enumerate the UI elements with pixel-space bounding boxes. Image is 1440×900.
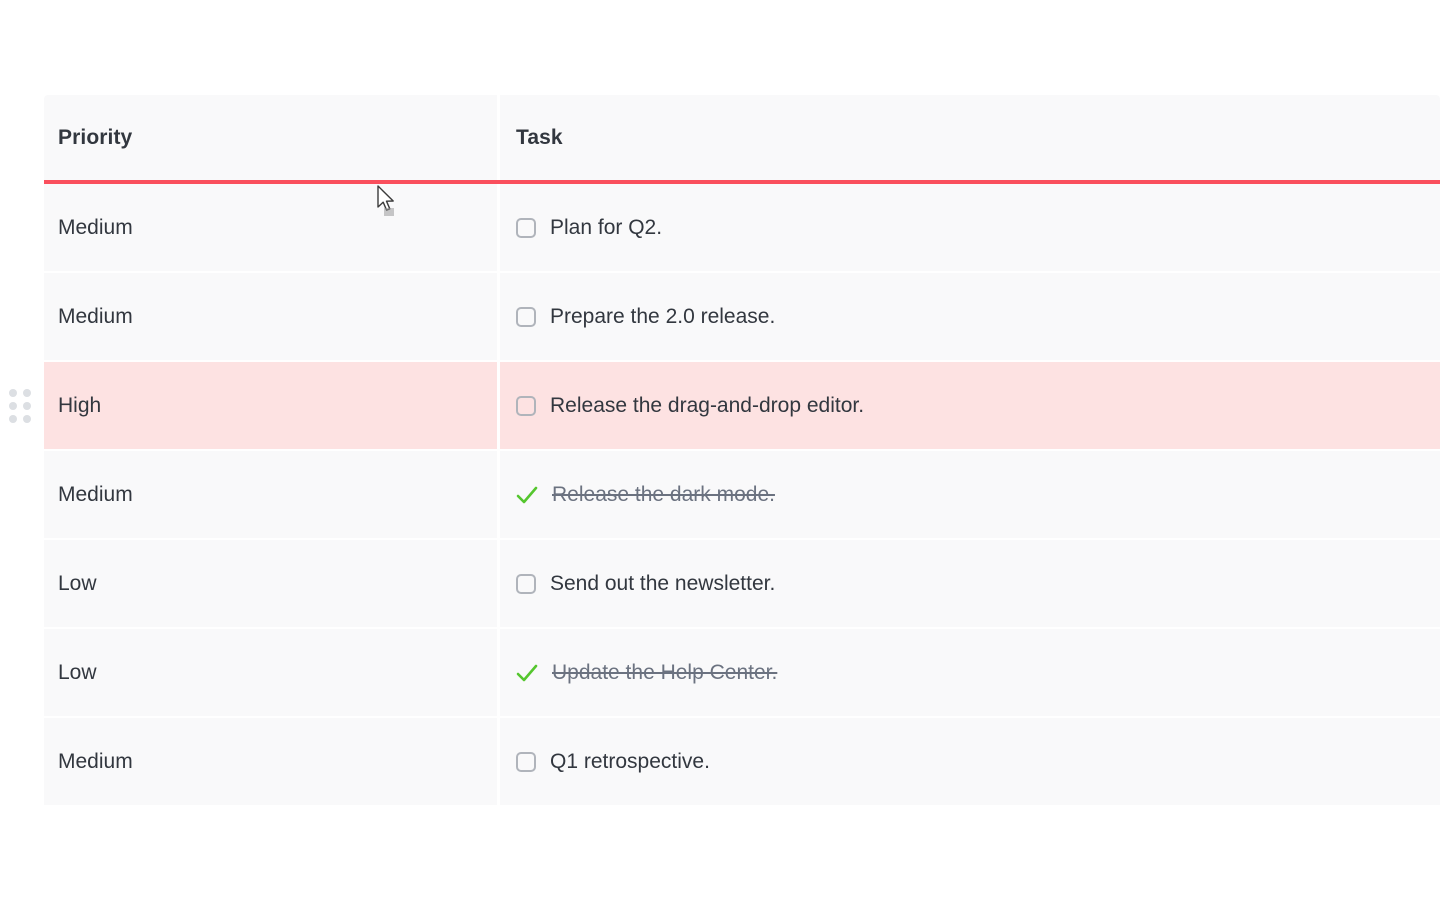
- column-header-priority-label: Priority: [58, 125, 133, 149]
- task-checkbox[interactable]: [516, 306, 536, 327]
- task-label: Send out the newsletter.: [550, 571, 776, 595]
- cell-task[interactable]: Prepare the 2.0 release.: [500, 273, 1440, 360]
- cell-task[interactable]: Update the Help Center.: [500, 629, 1440, 716]
- cell-priority[interactable]: Low: [44, 540, 497, 627]
- cell-priority[interactable]: Medium: [44, 184, 497, 271]
- priority-value: Medium: [58, 749, 133, 773]
- task-content: Q1 retrospective.: [516, 750, 710, 774]
- check-icon[interactable]: [516, 485, 538, 505]
- table-row[interactable]: Low Update the Help Center.: [44, 629, 1440, 716]
- cell-task[interactable]: Release the drag-and-drop editor.: [500, 362, 1440, 449]
- task-label: Release the dark mode.: [552, 482, 775, 506]
- column-header-task[interactable]: Task: [500, 95, 1440, 180]
- priority-value: Low: [58, 660, 97, 684]
- task-label: Prepare the 2.0 release.: [550, 304, 776, 328]
- cell-task[interactable]: Send out the newsletter.: [500, 540, 1440, 627]
- table-row[interactable]: Medium Prepare the 2.0 release.: [44, 273, 1440, 360]
- task-content: Plan for Q2.: [516, 216, 662, 240]
- task-checkbox[interactable]: [516, 573, 536, 594]
- cell-task[interactable]: Q1 retrospective.: [500, 718, 1440, 805]
- task-content: Prepare the 2.0 release.: [516, 305, 775, 329]
- task-label: Release the drag-and-drop editor.: [550, 393, 865, 417]
- table-row[interactable]: Medium Q1 retrospective.: [44, 718, 1440, 805]
- cell-priority[interactable]: Medium: [44, 273, 497, 360]
- task-content: Release the dark mode.: [516, 483, 775, 507]
- task-table: Priority Task Medium Plan for Q2. Medium Pr…: [9, 95, 1440, 810]
- check-icon[interactable]: [516, 663, 538, 683]
- cell-priority[interactable]: Medium: [44, 451, 497, 538]
- cell-task[interactable]: Release the dark mode.: [500, 451, 1440, 538]
- task-checkbox[interactable]: [516, 395, 536, 416]
- column-header-task-label: Task: [516, 125, 563, 149]
- table-row[interactable]: Medium Release the dark mode.: [44, 451, 1440, 538]
- cell-task[interactable]: Plan for Q2.: [500, 184, 1440, 271]
- task-content: Release the drag-and-drop editor.: [516, 394, 864, 418]
- task-content: Send out the newsletter.: [516, 572, 775, 596]
- task-checkbox[interactable]: [516, 751, 536, 772]
- task-label: Update the Help Center.: [552, 660, 778, 684]
- table-row[interactable]: Medium Plan for Q2.: [44, 184, 1440, 271]
- task-label: Q1 retrospective.: [550, 749, 710, 773]
- task-label: Plan for Q2.: [550, 215, 663, 239]
- priority-value: Medium: [58, 215, 133, 239]
- column-header-priority[interactable]: Priority: [44, 95, 497, 180]
- drag-handle-dots-icon[interactable]: [9, 388, 31, 423]
- cell-priority[interactable]: Low: [44, 629, 497, 716]
- table-body: Medium Plan for Q2. Medium Prepare the 2.0 …: [9, 184, 1440, 805]
- task-checkbox[interactable]: [516, 217, 536, 238]
- priority-value: Medium: [58, 304, 133, 328]
- cell-priority[interactable]: High: [44, 362, 497, 449]
- priority-value: High: [58, 393, 102, 417]
- table-row[interactable]: High Release the drag-and-drop editor.: [9, 362, 1440, 449]
- priority-value: Medium: [58, 482, 133, 506]
- task-content: Update the Help Center.: [516, 661, 777, 685]
- priority-value: Low: [58, 571, 97, 595]
- cell-priority[interactable]: Medium: [44, 718, 497, 805]
- table-header-row: Priority Task: [44, 95, 1440, 180]
- table-row[interactable]: Low Send out the newsletter.: [44, 540, 1440, 627]
